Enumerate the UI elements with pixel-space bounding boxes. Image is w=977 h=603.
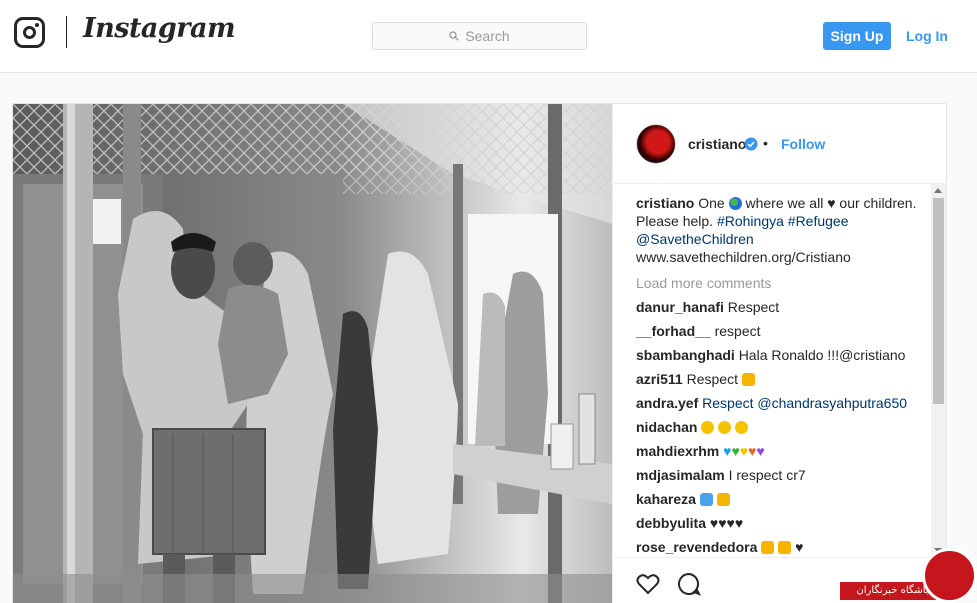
post-username[interactable]: cristiano (688, 136, 746, 152)
post-card: cristiano • Follow cristiano One where w… (12, 103, 947, 603)
purple-heart-icon: ♥ (756, 443, 765, 459)
praying-hands-emoji-icon (778, 541, 792, 554)
hashtag-link[interactable]: #Rohingya (717, 213, 784, 229)
caption-text: One (698, 195, 725, 211)
hashtag-link[interactable]: #Refugee (788, 213, 849, 229)
avatar[interactable] (636, 124, 676, 164)
comment: andra.yef Respect @chandrasyahputra650 (636, 394, 926, 418)
separator-dot: • (763, 135, 768, 151)
comment-text: Hala Ronaldo !!!@cristiano (738, 347, 906, 363)
search-icon (449, 31, 460, 41)
comment: __forhad__ respect (636, 322, 926, 346)
comment-text: respect (714, 323, 761, 339)
comment: nidachan (636, 418, 926, 442)
caption-username[interactable]: cristiano (636, 195, 694, 211)
comment-icon[interactable] (676, 571, 702, 597)
verified-badge-icon (744, 137, 758, 151)
comment-text: Respect (727, 299, 780, 315)
comment-username[interactable]: kahareza (636, 491, 696, 507)
thumbs-up-emoji-icon (716, 493, 730, 506)
comment-text: I respect cr7 (728, 467, 806, 483)
post-caption: cristiano One where we all ♥ our childre… (636, 194, 926, 266)
comment-username[interactable]: sbambanghadi (636, 347, 735, 363)
comment: mahdiexrhm ♥♥♥♥♥ (636, 442, 926, 466)
post-photo[interactable] (13, 104, 612, 603)
post-header: cristiano • Follow (613, 104, 947, 184)
comment-username[interactable]: azri511 (636, 371, 683, 387)
caption-text: where we all (745, 195, 824, 211)
yellow-heart-icon: ♥ (739, 443, 749, 459)
comment: danur_hanafi Respect (636, 298, 926, 322)
caption-url: www.savethechildren.org/Cristiano (636, 249, 851, 265)
logo-divider (66, 16, 67, 48)
scroll-thumb[interactable] (933, 198, 944, 404)
top-nav: Instagram Search Sign Up Log In (0, 0, 977, 73)
watermark-logo: باشگاه خبرنگاران (840, 548, 977, 603)
comment-username[interactable]: danur_hanafi (636, 299, 724, 315)
load-more-comments-link[interactable]: Load more comments (636, 274, 926, 292)
instagram-wordmark[interactable]: Instagram (83, 13, 236, 44)
crying-face-emoji-icon (701, 421, 715, 434)
heart-icon[interactable] (635, 571, 661, 597)
raised-hands-emoji-icon (699, 493, 713, 506)
comment-username[interactable]: debbyulita (636, 515, 706, 531)
instagram-camera-icon[interactable] (14, 17, 45, 48)
thumbs-up-emoji-icon (741, 373, 755, 386)
comment: azri511 Respect (636, 370, 926, 394)
comment-username[interactable]: mdjasimalam (636, 467, 725, 483)
post-sidebar: cristiano • Follow cristiano One where w… (612, 104, 947, 603)
sign-up-button[interactable]: Sign Up (823, 22, 891, 50)
watermark-emblem-icon (922, 548, 977, 603)
comment-text: Respect @chandrasyahputra650 (702, 395, 908, 411)
comment-text: Respect (686, 371, 738, 387)
comment-username[interactable]: __forhad__ (636, 323, 711, 339)
comment-username[interactable]: rose_revendedora (636, 539, 757, 555)
comment-username[interactable]: mahdiexrhm (636, 443, 719, 459)
black-heart-icon: ♥ (827, 195, 836, 211)
comment: mdjasimalam I respect cr7 (636, 466, 926, 490)
follow-button[interactable]: Follow (781, 136, 825, 152)
comment: kahareza (636, 490, 926, 514)
crying-face-emoji-icon (718, 421, 732, 434)
search-input[interactable]: Search (372, 22, 587, 50)
mention-link[interactable]: @SavetheChildren (636, 231, 754, 247)
comment-username[interactable]: nidachan (636, 419, 697, 435)
crying-face-emoji-icon (735, 421, 749, 434)
comment-text: ♥♥♥♥ (709, 515, 744, 531)
black-heart-icon: ♥ (795, 539, 804, 555)
comments-list[interactable]: cristiano One where we all ♥ our childre… (636, 194, 926, 557)
log-in-link[interactable]: Log In (906, 22, 948, 50)
scroll-up-arrow-icon[interactable] (934, 188, 942, 193)
search-placeholder: Search (465, 28, 510, 44)
globe-emoji-icon (728, 197, 742, 210)
praying-hands-emoji-icon (761, 541, 775, 554)
green-heart-icon: ♥ (731, 443, 740, 459)
comment-username[interactable]: andra.yef (636, 395, 698, 411)
comments-scrollbar[interactable] (931, 184, 946, 557)
comment: sbambanghadi Hala Ronaldo !!!@cristiano (636, 346, 926, 370)
comment: debbyulita ♥♥♥♥ (636, 514, 926, 538)
